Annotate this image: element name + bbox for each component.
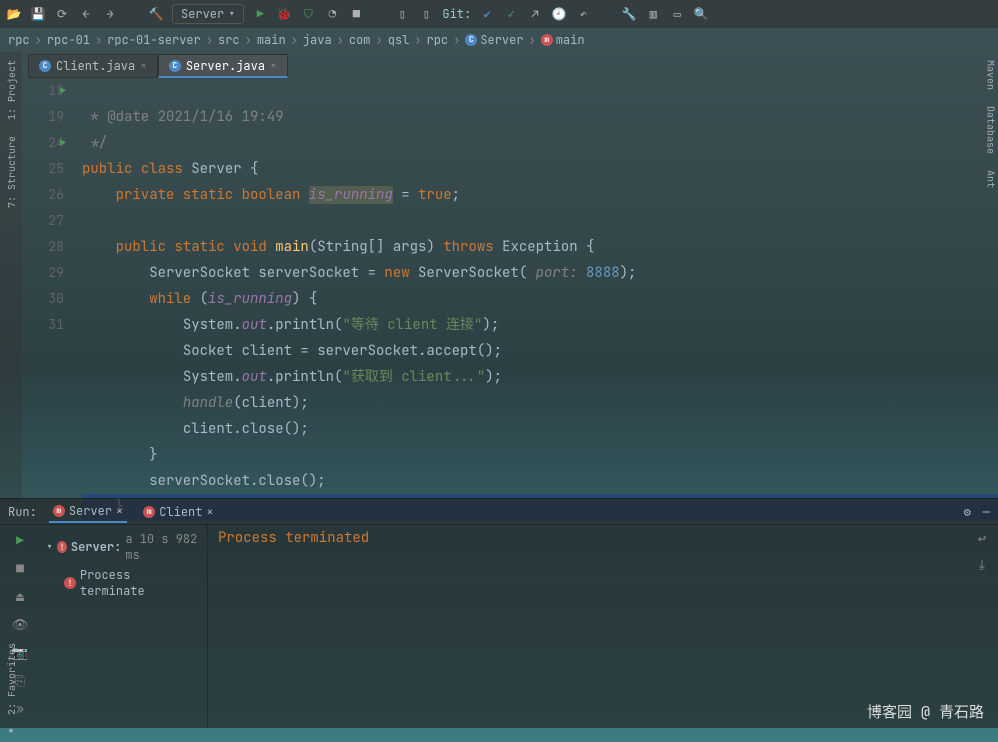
main-toolbar: 📂 💾 ⟳ ← → 🔨 Server ▾ ▶ 🐞 ⛉ ◔ ■ ▯ ▯ Git: …	[0, 0, 998, 28]
error-icon: !	[64, 577, 76, 589]
build-icon[interactable]: 🔨	[148, 6, 164, 22]
minimize-icon[interactable]: —	[983, 504, 990, 520]
bc-item[interactable]: java	[303, 32, 332, 48]
git-rollback-icon[interactable]: ↶	[575, 6, 591, 22]
sidebar-item-project[interactable]: 1: Project	[5, 52, 18, 128]
run-gutter-icon[interactable]: ▶	[60, 130, 66, 156]
tool2-icon[interactable]: ▯	[418, 6, 434, 22]
rerun-icon[interactable]: ▶	[11, 531, 29, 549]
stop-icon[interactable]: ■	[348, 6, 364, 22]
run-config-label: Server	[181, 6, 224, 22]
code-area[interactable]: * @date 2021/1/16 19:49 */ public class …	[82, 78, 998, 498]
close-icon[interactable]: ×	[206, 504, 213, 520]
tab-label: Client.java	[56, 58, 135, 74]
editor-tabs: C Client.java × C Server.java ×	[0, 52, 998, 78]
wrench-icon[interactable]: 🔧	[621, 6, 637, 22]
back-icon[interactable]: ←	[78, 6, 94, 22]
run-label: Run:	[8, 504, 37, 520]
git-push-icon[interactable]: ↗	[527, 6, 543, 22]
sidebar-item-maven[interactable]: Maven	[985, 52, 998, 98]
tree-row[interactable]: ! Process terminate	[42, 565, 205, 601]
tab-client[interactable]: C Client.java ×	[28, 54, 158, 78]
class-icon: C	[169, 60, 181, 72]
error-icon: !	[57, 541, 67, 553]
search-icon[interactable]: 🔍	[693, 6, 709, 22]
tab-label: Server.java	[186, 58, 265, 74]
git-update-icon[interactable]: ✔	[479, 6, 495, 22]
git-history-icon[interactable]: 🕘	[551, 6, 567, 22]
stop-icon[interactable]: ■	[11, 559, 29, 577]
method-icon: m	[541, 34, 553, 46]
code-editor[interactable]: ▶18 19 ▶ 242526 272829 3031 * @date 2021…	[0, 78, 998, 498]
tool1-icon[interactable]: ▯	[394, 6, 410, 22]
sidebar-item-ant[interactable]: Ant	[985, 162, 998, 196]
bc-item[interactable]: rpc	[8, 32, 30, 48]
star-icon[interactable]: ★	[8, 723, 14, 736]
sync-icon[interactable]: ⟳	[54, 6, 70, 22]
bc-item[interactable]: qsl	[388, 32, 410, 48]
left-bottom-sidebar: 2: Favorites ★	[0, 635, 22, 742]
left-sidebar: 1: Project 7: Structure	[0, 52, 22, 502]
run-gutter-icon[interactable]: ▶	[60, 78, 66, 104]
method-icon: m	[53, 505, 65, 517]
run-config-select[interactable]: Server ▾	[172, 4, 244, 24]
run-tree: ▾ ! Server: a 10 s 982 ms ! Process term…	[40, 525, 208, 728]
bc-item[interactable]: com	[349, 32, 371, 48]
run-tab-client[interactable]: mClient×	[139, 502, 217, 522]
close-icon[interactable]: ×	[270, 59, 277, 73]
sidebar-item-favorites[interactable]: 2: Favorites	[5, 635, 18, 723]
gutter: ▶18 19 ▶ 242526 272829 3031	[22, 78, 82, 498]
layout-icon[interactable]: ▭	[669, 6, 685, 22]
tab-server[interactable]: C Server.java ×	[158, 54, 288, 78]
collapse-icon[interactable]: ▾	[46, 539, 53, 555]
run-tab-server[interactable]: mServer×	[49, 501, 127, 523]
breadcrumb: rpc rpc-01 rpc-01-server src main java c…	[0, 28, 998, 52]
right-sidebar: Maven Database Ant	[984, 52, 998, 502]
save-icon[interactable]: 💾	[30, 6, 46, 22]
tree-row[interactable]: ▾ ! Server: a 10 s 982 ms	[42, 529, 205, 565]
bc-item[interactable]: rpc-01-server	[107, 32, 201, 48]
run-icon[interactable]: ▶	[252, 6, 268, 22]
git-label: Git:	[442, 6, 471, 22]
class-icon: C	[465, 34, 477, 46]
chevron-down-icon: ▾	[228, 6, 235, 22]
sidebar-item-database[interactable]: Database	[985, 98, 998, 162]
bc-item[interactable]: main	[257, 32, 286, 48]
run-panel-header: Run: mServer× mClient× ⚙ —	[0, 499, 998, 525]
bc-item[interactable]: mmain	[541, 32, 585, 48]
bc-item[interactable]: src	[218, 32, 240, 48]
method-icon: m	[143, 506, 155, 518]
gear-icon[interactable]: ⚙	[964, 504, 971, 520]
bc-item[interactable]: rpc-01	[47, 32, 90, 48]
sidebar-item-structure[interactable]: 7: Structure	[5, 128, 18, 216]
console-text: Process terminated	[218, 529, 369, 547]
close-icon[interactable]: ×	[116, 503, 123, 519]
view-icon[interactable]: 👁	[11, 615, 29, 633]
run-console[interactable]: Process terminated ↩ ⤓	[208, 525, 998, 728]
debug-icon[interactable]: 🐞	[276, 6, 292, 22]
exit-icon[interactable]: ⏏	[11, 587, 29, 605]
bc-item[interactable]: CServer	[465, 32, 523, 48]
coverage-icon[interactable]: ⛉	[300, 6, 316, 22]
sidebar-icon[interactable]: ▥	[645, 6, 661, 22]
bc-item[interactable]: rpc	[427, 32, 449, 48]
class-icon: C	[39, 60, 51, 72]
watermark: 博客园 @ 青石路	[867, 701, 984, 722]
scroll-end-icon[interactable]: ⤓	[972, 555, 992, 575]
open-icon[interactable]: 📂	[6, 6, 22, 22]
close-icon[interactable]: ×	[140, 59, 147, 73]
run-panel: Run: mServer× mClient× ⚙ — ▶ ■ ⏏ 👁 📷 ⎘ »…	[0, 498, 998, 728]
profile-icon[interactable]: ◔	[324, 6, 340, 22]
git-commit-icon[interactable]: ✓	[503, 6, 519, 22]
forward-icon[interactable]: →	[102, 6, 118, 22]
soft-wrap-icon[interactable]: ↩	[972, 529, 992, 549]
